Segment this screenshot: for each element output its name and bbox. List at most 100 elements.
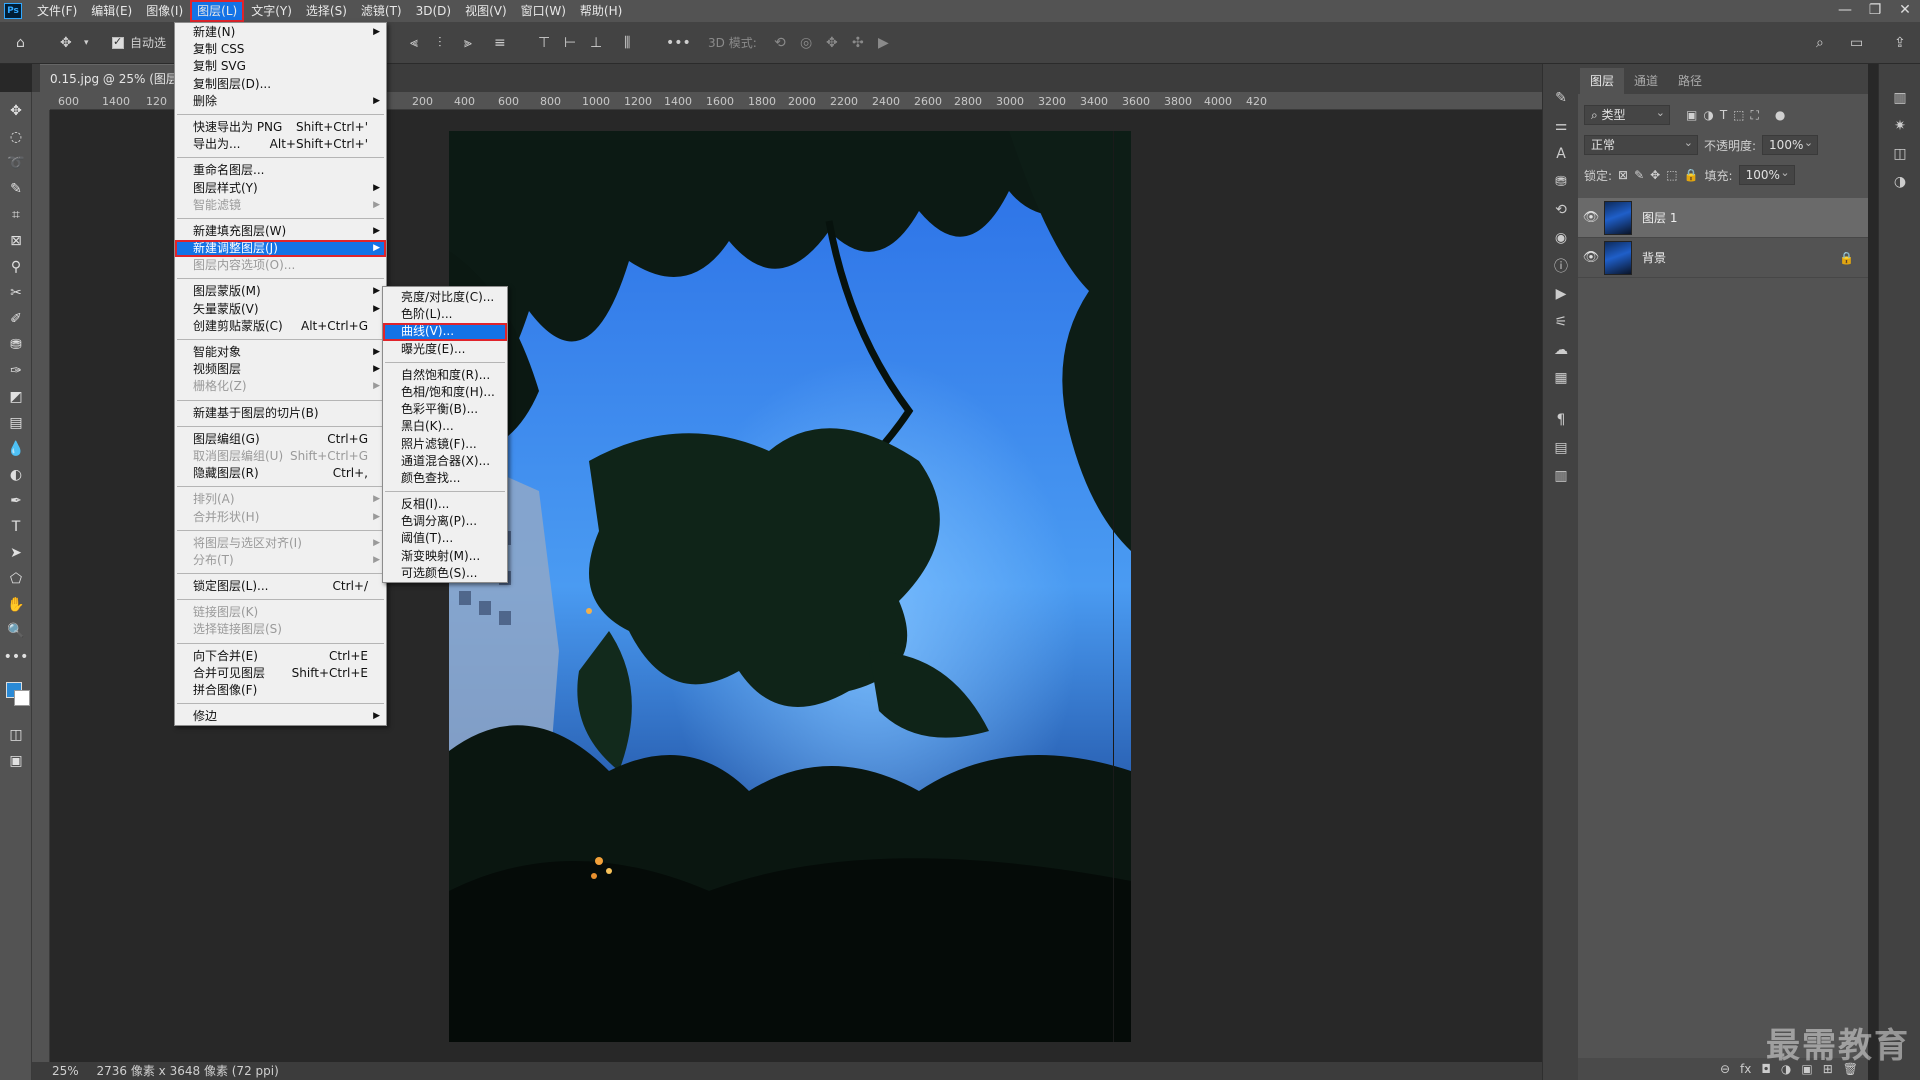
eyedropper-tool-icon[interactable]: ⚲	[0, 254, 32, 280]
align-left-icon[interactable]: ⫷	[410, 32, 418, 54]
filter-shape-icon[interactable]: ⬚	[1733, 108, 1744, 122]
menu-item[interactable]: 新建基于图层的切片(B)	[175, 405, 386, 422]
menu-item[interactable]: 色阶(L)...	[383, 306, 507, 323]
fill-input[interactable]: 100%	[1738, 164, 1795, 185]
info-icon[interactable]: ⓘ	[1543, 252, 1579, 280]
menu-9[interactable]: 窗口(W)	[514, 0, 573, 22]
frame-tool-icon[interactable]: ⊠	[0, 228, 32, 254]
menu-0[interactable]: 文件(F)	[30, 0, 84, 22]
search-icon[interactable]: ⌕	[1816, 32, 1824, 54]
quick-select-tool-icon[interactable]: ✎	[0, 176, 32, 202]
menu-item[interactable]: 渐变映射(M)...	[383, 548, 507, 565]
more-tools-icon[interactable]: •••	[0, 644, 32, 670]
minimize-button[interactable]: —	[1830, 0, 1860, 22]
type-tool-icon[interactable]: T	[0, 514, 32, 540]
gradient-tool-icon[interactable]: ▤	[0, 410, 32, 436]
menu-item[interactable]: 通道混合器(X)...	[383, 453, 507, 470]
distribute-vertical-icon[interactable]: ⫼	[624, 32, 630, 54]
pen-tool-icon[interactable]: ✒	[0, 488, 32, 514]
menu-item[interactable]: 拼合图像(F)	[175, 682, 386, 699]
menu-item[interactable]: 快速导出为 PNG Shift+Ctrl+'	[175, 119, 386, 136]
quick-mask-icon[interactable]: ◫	[0, 722, 32, 748]
3d-icon[interactable]: ☁	[1543, 336, 1579, 364]
more-options-icon[interactable]: •••	[666, 32, 691, 54]
menu-item[interactable]: 复制 CSS	[175, 41, 386, 58]
lock-position-icon[interactable]: ✥	[1650, 168, 1660, 182]
menu-item[interactable]: 新建(N) ▶	[175, 24, 386, 41]
menu-item[interactable]: 复制 SVG	[175, 58, 386, 75]
menu-item[interactable]: 反相(I)...	[383, 496, 507, 513]
close-button[interactable]: ✕	[1890, 0, 1920, 22]
swatches-icon[interactable]: ◉	[1543, 224, 1579, 252]
menu-item[interactable]: 隐藏图层(R) Ctrl+,	[175, 465, 386, 482]
stamp-tool-icon[interactable]: ⛃	[0, 332, 32, 358]
menu-3[interactable]: 图层(L)	[190, 0, 245, 22]
tab-layers[interactable]: 图层	[1580, 68, 1625, 94]
notes-icon[interactable]: ▥	[1543, 462, 1579, 490]
layer-name[interactable]: 图层 1	[1642, 209, 1677, 226]
zoom-tool-icon[interactable]: 🔍	[0, 618, 32, 644]
menu-7[interactable]: 3D(D)	[409, 0, 458, 22]
workspace-icon[interactable]: ▭	[1850, 32, 1863, 54]
history-icon[interactable]: ⟲	[1543, 196, 1579, 224]
blur-tool-icon[interactable]: 💧	[0, 436, 32, 462]
lock-all-icon[interactable]: 🔒	[1684, 168, 1699, 182]
move-tool-icon[interactable]: ✥	[0, 98, 32, 124]
menu-item[interactable]: 颜色查找...	[383, 470, 507, 487]
menu-item[interactable]: 自然饱和度(R)...	[383, 367, 507, 384]
brush-settings-icon[interactable]: ✎	[1543, 84, 1579, 112]
layer-name[interactable]: 背景	[1642, 249, 1666, 266]
menu-item[interactable]: 图层样式(Y) ▶	[175, 180, 386, 197]
navigator-icon[interactable]: ✷	[1879, 112, 1920, 140]
crop-tool-icon[interactable]: ⌗	[0, 202, 32, 228]
eye-icon[interactable]: 👁	[1578, 250, 1604, 265]
paragraph-styles-icon[interactable]: ▤	[1543, 434, 1579, 462]
adjustments-icon[interactable]: ⚌	[1543, 112, 1579, 140]
filter-adjust-icon[interactable]: ◑	[1703, 108, 1713, 122]
filter-pixel-icon[interactable]: ▣	[1686, 108, 1697, 122]
table-icon[interactable]: ▦	[1543, 364, 1579, 392]
menu-item[interactable]: 色彩平衡(B)...	[383, 401, 507, 418]
actions-icon[interactable]: ▶	[1543, 280, 1579, 308]
home-icon[interactable]: ⌂	[16, 32, 25, 54]
align-bottom-icon[interactable]: ⊥	[590, 32, 602, 54]
tab-channels[interactable]: 通道	[1624, 68, 1668, 94]
lock-transparent-icon[interactable]: ⊠	[1618, 168, 1628, 182]
menu-item[interactable]: 照片滤镜(F)...	[383, 436, 507, 453]
auto-select-checkbox[interactable]	[112, 35, 124, 49]
document-tab[interactable]: 0.15.jpg @ 25% (图层	[40, 64, 188, 92]
menu-item[interactable]: 视频图层 ▶	[175, 361, 386, 378]
zoom-level[interactable]: 25%	[52, 1064, 79, 1078]
menu-item[interactable]: 图层蒙版(M) ▶	[175, 283, 386, 300]
filter-smart-icon[interactable]: ⛶	[1751, 108, 1759, 123]
menu-10[interactable]: 帮助(H)	[573, 0, 629, 22]
clone-source-icon[interactable]: ⛃	[1543, 168, 1579, 196]
menu-item[interactable]: 合并可见图层 Shift+Ctrl+E	[175, 665, 386, 682]
menu-item[interactable]: 黑白(K)...	[383, 418, 507, 435]
hand-tool-icon[interactable]: ✋	[0, 592, 32, 618]
align-top-icon[interactable]: ⊤	[538, 32, 550, 54]
share-icon[interactable]: ⇪	[1894, 32, 1906, 54]
layer-row[interactable]: 👁 图层 1	[1578, 198, 1868, 238]
menu-item[interactable]: 智能对象 ▶	[175, 344, 386, 361]
menu-5[interactable]: 选择(S)	[299, 0, 354, 22]
properties-icon[interactable]: ⚟	[1543, 308, 1579, 336]
menu-4[interactable]: 文字(Y)	[244, 0, 299, 22]
menu-8[interactable]: 视图(V)	[458, 0, 514, 22]
background-color-swatch[interactable]	[14, 690, 30, 706]
menu-2[interactable]: 图像(I)	[139, 0, 190, 22]
libraries-icon[interactable]: ◫	[1879, 140, 1920, 168]
eraser-tool-icon[interactable]: ◩	[0, 384, 32, 410]
menu-item[interactable]: 曝光度(E)...	[383, 341, 507, 358]
menu-item[interactable]: 新建调整图层(J) ▶	[175, 240, 386, 258]
menu-6[interactable]: 滤镜(T)	[354, 0, 409, 22]
menu-item[interactable]: 创建剪贴蒙版(C) Alt+Ctrl+G	[175, 318, 386, 335]
layer-row[interactable]: 👁 背景 🔒	[1578, 238, 1868, 278]
menu-item[interactable]: 矢量蒙版(V) ▶	[175, 301, 386, 318]
menu-item[interactable]: 复制图层(D)...	[175, 76, 386, 93]
color-icon[interactable]: ◑	[1879, 168, 1920, 196]
brush-tool-icon[interactable]: ✐	[0, 306, 32, 332]
history-brush-icon[interactable]: ✑	[0, 358, 32, 384]
layer-filter-select[interactable]: ⌕ 类型	[1584, 104, 1670, 125]
menu-item[interactable]: 图层编组(G) Ctrl+G	[175, 431, 386, 448]
